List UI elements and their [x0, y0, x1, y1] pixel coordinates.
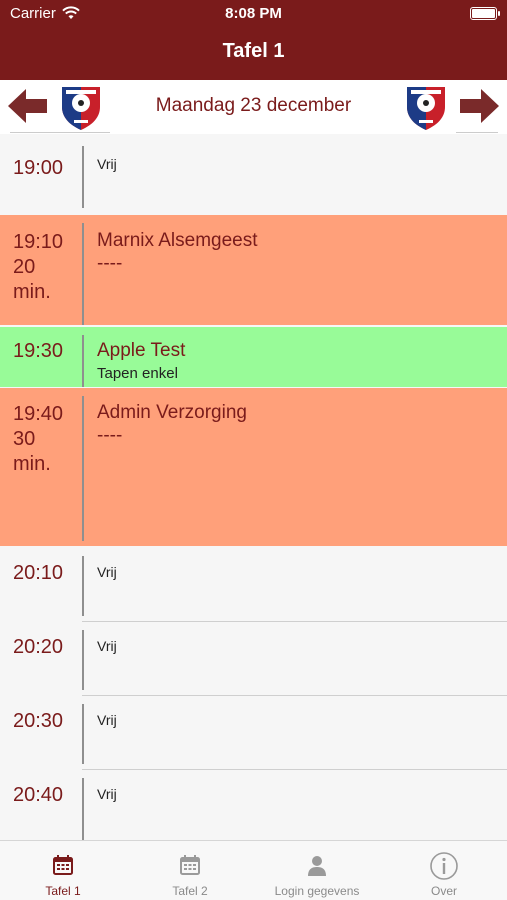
slot-time: 19:00 — [13, 157, 64, 179]
slot-duration: 30 — [13, 428, 36, 450]
slot-booker-name: Marnix Alsemgeest — [97, 230, 258, 251]
club-logo-icon — [54, 81, 108, 133]
slot-duration: 20 — [13, 256, 36, 278]
tab-login-gegevens[interactable]: Login gegevens — [254, 841, 380, 900]
timeslot-free[interactable]: 20:20 Vrij — [0, 622, 507, 696]
slot-time: 20:30 — [13, 710, 64, 732]
slot-treatment: Tapen enkel — [97, 365, 178, 382]
status-bar: Carrier 8:08 PM — [0, 0, 507, 28]
battery-icon — [470, 7, 500, 20]
slot-booker-name: Admin Verzorging — [97, 402, 247, 423]
slot-time: 20:10 — [13, 562, 64, 584]
date-navigation: Maandag 23 december — [0, 80, 507, 134]
tab-label: Login gegevens — [274, 884, 360, 898]
timeslot-booked-own[interactable]: 19:30 Apple Test Tapen enkel — [0, 327, 507, 387]
timeslot-free[interactable]: 20:40 Vrij — [0, 770, 507, 840]
divider — [82, 778, 84, 840]
slot-duration-unit: min. — [13, 281, 51, 303]
divider — [82, 335, 84, 387]
slot-time: 19:30 — [13, 340, 64, 362]
info-icon — [430, 852, 458, 880]
clock: 8:08 PM — [225, 5, 282, 22]
divider — [82, 396, 84, 541]
tab-over[interactable]: Over — [381, 841, 507, 900]
calendar-icon — [53, 855, 73, 875]
person-icon — [308, 856, 326, 876]
tab-label: Over — [430, 884, 457, 898]
selected-date: Maandag 23 december — [155, 95, 352, 116]
divider — [456, 132, 498, 133]
timeslot-booked[interactable]: 19:40 30 min. Admin Verzorging ---- — [0, 388, 507, 546]
tab-bar: Tafel 1 Tafel 2 Login gegevens Over — [0, 840, 507, 900]
slot-time: 20:40 — [13, 784, 64, 806]
slot-duration-unit: min. — [13, 453, 51, 475]
slot-treatment: ---- — [97, 425, 123, 446]
timeslot-booked[interactable]: 19:10 20 min. Marnix Alsemgeest ---- — [0, 215, 507, 325]
club-logo-icon — [399, 81, 453, 133]
calendar-icon — [180, 855, 200, 875]
slot-status: Vrij — [97, 638, 117, 654]
slot-booker-name: Apple Test — [97, 340, 186, 361]
tab-tafel-1[interactable]: Tafel 1 — [0, 841, 126, 900]
tab-tafel-2[interactable]: Tafel 2 — [127, 841, 253, 900]
divider — [10, 132, 110, 133]
header: Carrier 8:08 PM Tafel 1 — [0, 0, 507, 80]
slot-time: 19:40 — [13, 403, 64, 425]
divider — [82, 556, 84, 616]
tab-label: Tafel 2 — [172, 884, 208, 898]
page-title: Tafel 1 — [222, 40, 285, 62]
timeslot-free[interactable]: 19:00 Vrij — [0, 134, 507, 214]
slot-time: 19:10 — [13, 231, 64, 253]
slot-time: 20:20 — [13, 636, 64, 658]
slot-status: Vrij — [97, 564, 117, 580]
timeslot-free[interactable]: 20:30 Vrij — [0, 696, 507, 770]
divider — [82, 630, 84, 690]
timeslot-free[interactable]: 20:10 Vrij — [0, 548, 507, 622]
slot-status: Vrij — [97, 156, 117, 172]
slot-status: Vrij — [97, 712, 117, 728]
divider — [82, 223, 84, 325]
tab-label: Tafel 1 — [45, 884, 81, 898]
previous-day-arrow-icon[interactable] — [4, 84, 50, 128]
slot-status: Vrij — [97, 786, 117, 802]
divider — [82, 704, 84, 764]
next-day-arrow-icon[interactable] — [457, 84, 503, 128]
slot-treatment: ---- — [97, 253, 123, 274]
divider — [82, 146, 84, 208]
